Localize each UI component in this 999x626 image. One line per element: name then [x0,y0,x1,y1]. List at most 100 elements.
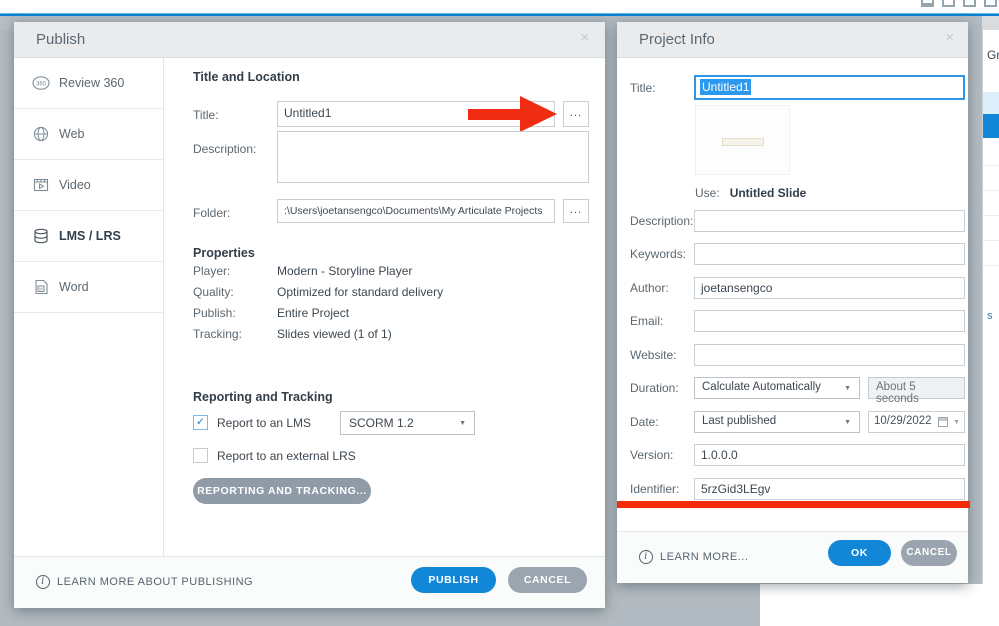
chevron-down-icon: ▼ [844,385,851,392]
pi-author-input[interactable]: joetansengco [694,277,965,299]
description-input[interactable] [277,131,589,183]
red-arrow-annotation [468,109,524,120]
word-doc-icon: W [32,278,50,296]
review-360-icon: 360 [32,74,50,92]
pi-website-label: Website: [630,348,677,362]
pi-date-label: Date: [630,415,659,429]
property-value[interactable]: Entire Project [277,306,349,320]
learn-more-publishing-link[interactable]: i LEARN MORE ABOUT PUBLISHING [36,575,253,589]
sidebar-item-label: Word [59,280,89,294]
folder-label: Folder: [193,206,231,220]
background-row-divider [983,190,999,191]
ok-button[interactable]: OK [828,540,891,566]
pi-title-input[interactable]: Untitled1 [694,75,965,100]
close-icon[interactable] [984,0,997,7]
learn-more-label: LEARN MORE... [660,551,749,563]
description-label: Description: [193,142,257,156]
reporting-tracking-heading: Reporting and Tracking [193,390,333,404]
folder-input[interactable]: :\Users\joetansengco\Documents\My Articu… [277,199,555,223]
use-slide-line: Use: Untitled Slide [695,186,806,200]
red-underline-annotation [617,501,970,508]
property-value[interactable]: Optimized for standard delivery [277,285,443,299]
sidebar-item-label: LMS / LRS [59,229,121,243]
cancel-button[interactable]: CANCEL [508,567,587,593]
pi-description-input[interactable] [694,210,965,232]
background-row-divider [983,215,999,216]
pi-keywords-input[interactable] [694,243,965,265]
learn-more-link[interactable]: i LEARN MORE... [639,550,748,564]
pi-title-label: Title: [630,81,656,95]
property-label: Tracking: [193,327,242,341]
background-bottom-panel [760,584,999,626]
publish-dialog-title: Publish [36,31,86,48]
reporting-and-tracking-button[interactable]: REPORTING AND TRACKING... [193,478,371,504]
pi-version-input[interactable]: 1.0.0.0 [694,444,965,466]
sidebar-item-review-360[interactable]: 360 Review 360 [14,58,163,109]
minimize-icon[interactable] [921,0,934,7]
property-value[interactable]: Slides viewed (1 of 1) [277,327,392,341]
info-icon: i [36,575,50,589]
pi-cancel-button[interactable]: CANCEL [901,540,957,566]
background-row-divider [983,240,999,241]
calendar-icon [938,417,948,427]
folder-browse-button[interactable]: ... [563,199,589,223]
title-browse-button[interactable]: ... [563,101,589,127]
sidebar-item-video[interactable]: Video [14,160,163,211]
duration-select[interactable]: Calculate Automatically ▼ [694,377,860,399]
pi-identifier-label: Identifier: [630,482,680,496]
property-row-quality: Quality: Optimized for standard delivery [193,285,553,301]
property-row-publish: Publish: Entire Project [193,306,553,322]
background-partial-text: Gr [987,48,999,62]
publish-button[interactable]: PUBLISH [411,567,496,593]
use-label: Use: [695,186,720,200]
pi-email-input[interactable] [694,310,965,332]
pi-email-label: Email: [630,314,664,328]
date-value: 10/29/2022 [874,415,932,427]
report-lrs-checkbox[interactable] [193,448,208,463]
project-info-footer: i LEARN MORE... OK CANCEL [617,531,968,583]
maximize-icon[interactable] [942,0,955,7]
pi-duration-label: Duration: [630,381,679,395]
learn-more-label: LEARN MORE ABOUT PUBLISHING [57,576,254,588]
dialog-close-icon[interactable]: × [945,29,954,46]
sidebar-item-word[interactable]: W Word [14,262,163,313]
restore-icon[interactable] [963,0,976,7]
duration-select-value: Calculate Automatically [702,381,821,393]
date-picker[interactable]: 10/29/2022 ▼ [868,411,965,433]
chevron-down-icon: ▼ [844,419,851,426]
background-row-divider [983,165,999,166]
chevron-down-icon: ▼ [953,419,960,426]
report-lrs-label: Report to an external LRS [217,449,356,463]
report-lms-checkbox[interactable] [193,415,208,430]
date-mode-select[interactable]: Last published ▼ [694,411,860,433]
pi-author-label: Author: [630,281,669,295]
report-lms-label: Report to an LMS [217,416,312,430]
background-row-hover [983,92,999,114]
scorm-version-select[interactable]: SCORM 1.2 ▼ [340,411,475,435]
property-value[interactable]: Modern - Storyline Player [277,264,412,278]
background-app-panel: Gr s [982,30,999,626]
database-icon [32,227,50,245]
project-info-dialog: Project Info × Title: Untitled1 Use: Unti… [617,22,970,583]
property-row-tracking: Tracking: Slides viewed (1 of 1) [193,327,553,343]
background-partial-link: s [987,310,993,322]
property-label: Player: [193,264,231,278]
publish-format-sidebar: 360 Review 360 Web Video LMS / LRS W Wor… [14,58,164,556]
sidebar-item-label: Review 360 [59,76,125,90]
sidebar-item-label: Web [59,127,85,141]
sidebar-item-lms-lrs[interactable]: LMS / LRS [14,211,163,262]
pi-website-input[interactable] [694,344,965,366]
scorm-version-value: SCORM 1.2 [349,416,414,430]
pi-identifier-input[interactable]: 5rzGid3LEgv [694,478,965,500]
svg-text:360: 360 [36,81,47,87]
sidebar-item-web[interactable]: Web [14,109,163,160]
project-info-title: Project Info [639,31,715,48]
chevron-down-icon: ▼ [459,420,466,427]
project-info-header: Project Info × [617,22,968,58]
use-value[interactable]: Untitled Slide [730,186,807,200]
background-row-divider [983,265,999,266]
pi-description-label: Description: [630,214,694,228]
dialog-close-icon[interactable]: × [580,29,589,46]
selected-text: Untitled1 [700,79,752,95]
pi-version-label: Version: [630,448,674,462]
